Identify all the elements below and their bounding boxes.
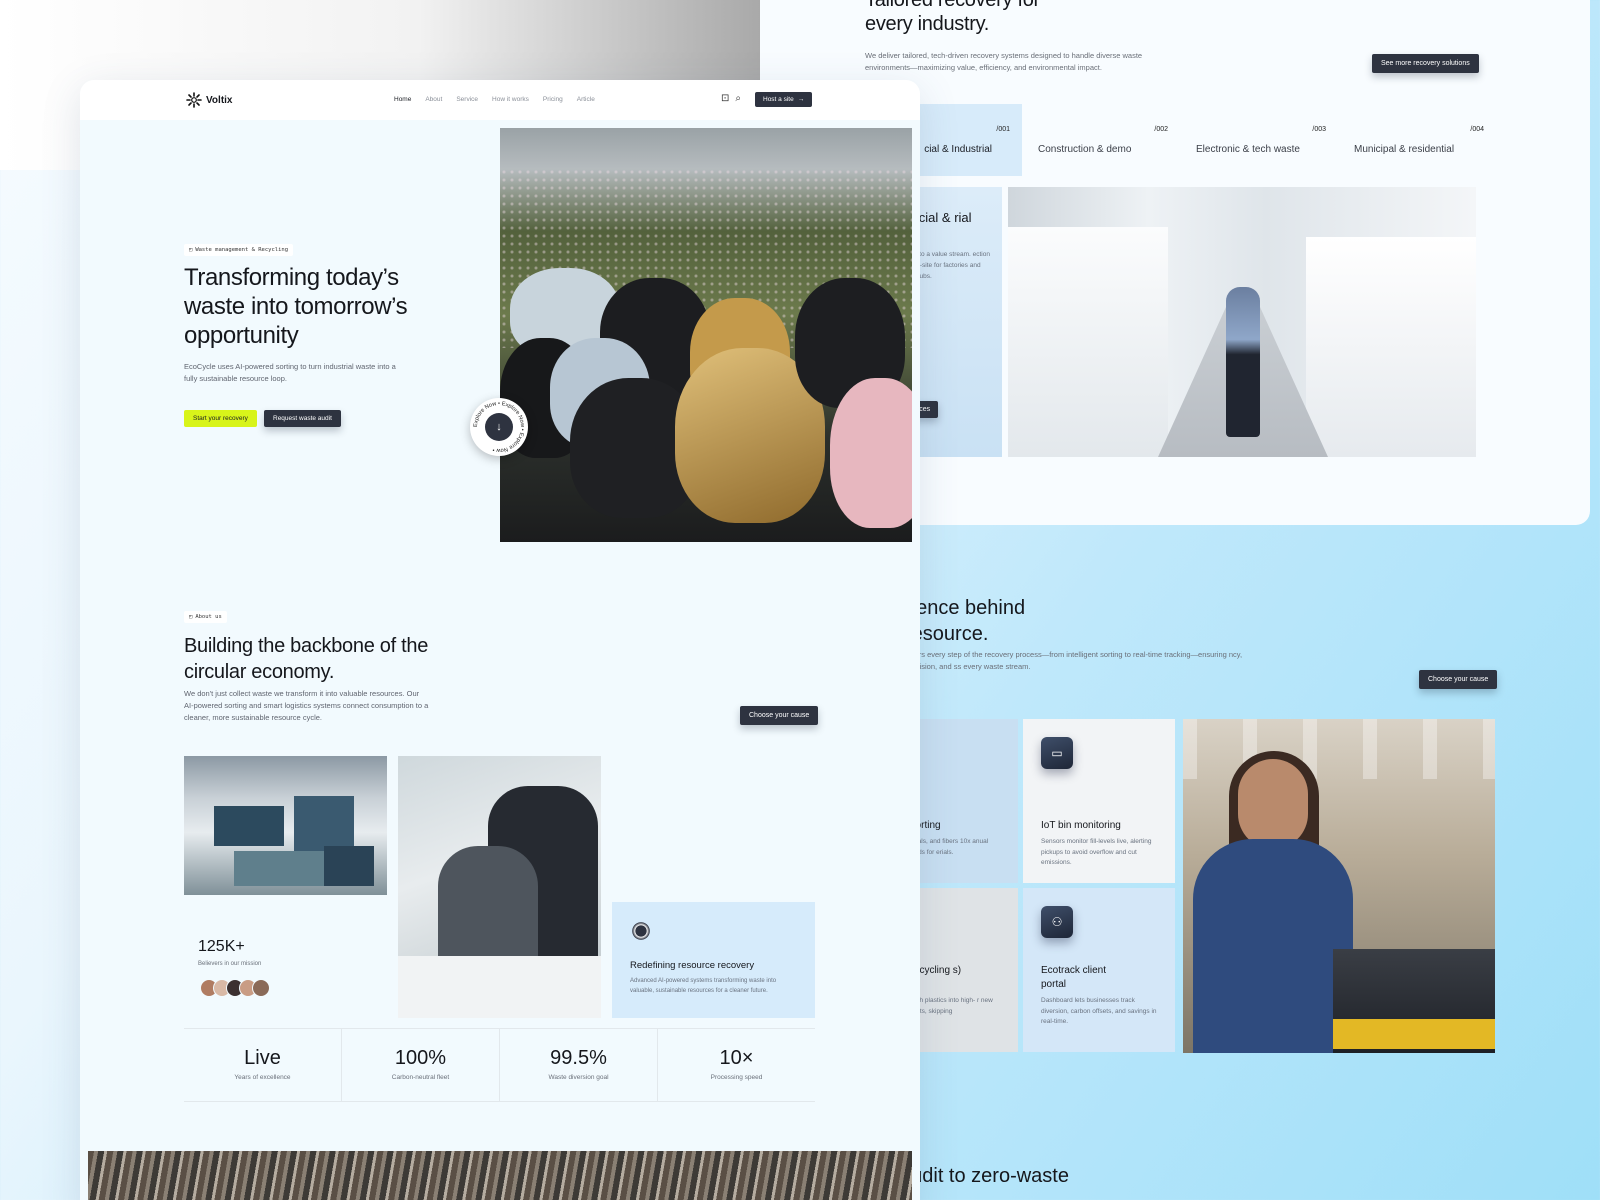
cart-icon[interactable]: ⊡ — [721, 93, 729, 104]
tab-number: /003 — [1312, 126, 1326, 133]
redefining-card: Redefining resource recovery Advanced AI… — [612, 902, 815, 1018]
monitor-icon: ▭ — [1041, 737, 1073, 769]
nav-service[interactable]: Service — [456, 96, 478, 103]
host-site-label: Host a site — [763, 96, 794, 103]
nav-icons: ⊡ ⌕ — [721, 93, 741, 104]
bottom-heading: audit to zero-waste — [900, 1165, 1069, 1187]
tab-label: Electronic & tech waste — [1196, 144, 1300, 155]
tab-number: /004 — [1470, 126, 1484, 133]
stat-value: Live — [244, 1047, 281, 1069]
brand-name: Voltix — [206, 94, 233, 106]
factory-machine — [1008, 227, 1168, 457]
stat-label: Years of excellence — [234, 1074, 291, 1081]
plant-building — [324, 846, 374, 886]
believers-count: 125K+ — [198, 938, 245, 955]
stat-value: 100% — [394, 1047, 447, 1069]
intelligence-description: owers every step of the recovery process… — [905, 650, 1243, 671]
tab-label: Construction & demo — [1038, 144, 1132, 155]
stat-value: 10× — [719, 1047, 754, 1069]
nav-pricing[interactable]: Pricing — [543, 96, 563, 103]
worker-uniform — [1193, 839, 1353, 1053]
search-icon[interactable]: ⌕ — [735, 93, 741, 104]
scrap-pile — [234, 851, 324, 886]
redefining-title: Redefining resource recovery — [630, 960, 755, 971]
feature-text: Dashboard lets businesses track diversio… — [1041, 997, 1157, 1025]
tag-icon: ◰ — [189, 247, 193, 253]
factory-worker — [1226, 287, 1260, 437]
stat-item: 100% Carbon-neutral fleet — [342, 1029, 500, 1101]
about-tag: ◰ About us — [184, 611, 227, 623]
believers-label: Believers in our mission — [198, 961, 262, 967]
hero-tag-label: Waste management & Recycling — [195, 247, 289, 253]
industries-description: We deliver tailored, tech-driven recover… — [865, 51, 1143, 72]
about-description: We don't just collect waste we transform… — [184, 689, 429, 722]
target-icon — [630, 920, 652, 942]
landfill-image — [88, 1151, 912, 1200]
avatar — [252, 979, 270, 997]
stat-item: Live Years of excellence — [184, 1029, 342, 1101]
feature-card-iot: ▭ IoT bin monitoring Sensors monitor fil… — [1023, 719, 1175, 883]
tab-number: /002 — [1154, 126, 1168, 133]
arrow-down-icon: ↓ — [485, 413, 513, 441]
feature-card-ecotrack: ⚇ Ecotrack client portal Dashboard lets … — [1023, 888, 1175, 1052]
tab-label: Municipal & residential — [1354, 144, 1455, 155]
tab-electronic-tech[interactable]: /003 Electronic & tech waste — [1180, 104, 1338, 176]
users-icon: ⚇ — [1041, 906, 1073, 938]
tab-number: /001 — [996, 126, 1010, 133]
stat-label: Waste diversion goal — [548, 1074, 609, 1081]
machine-rail — [1333, 1019, 1495, 1049]
nav-article[interactable]: Article — [577, 96, 595, 103]
industries-title: Tailored recovery for every industry. — [865, 0, 1040, 35]
about-title: Building the backbone of the circular ec… — [184, 635, 429, 683]
avatar-group — [200, 979, 270, 997]
nav-about[interactable]: About — [425, 96, 442, 103]
stat-item: 10× Processing speed — [658, 1029, 815, 1101]
explore-now-badge[interactable]: Explore Now • Explore Now • Explore Now … — [470, 398, 528, 456]
feature-title: Ecotrack client portal — [1041, 965, 1107, 990]
stat-value: 99.5% — [550, 1047, 607, 1069]
feature-text: Sensors monitor fill-levels live, alerti… — [1041, 838, 1152, 866]
host-site-button[interactable]: Host a site → — [755, 92, 813, 107]
stat-label: Carbon-neutral fleet — [391, 1074, 450, 1081]
worker-head — [1238, 759, 1308, 849]
intelligence-title: gence behind resource. — [905, 597, 1026, 645]
navbar: Voltix Home About Service How it works P… — [80, 80, 920, 120]
choose-cause-button[interactable]: Choose your cause — [740, 706, 819, 725]
hero-image-waste-bags — [500, 128, 912, 542]
bag — [830, 378, 912, 528]
hero-title: Transforming today’s waste into tomorrow… — [184, 264, 408, 349]
stat-label: Processing speed — [710, 1074, 763, 1081]
front-page: Voltix Home About Service How it works P… — [80, 80, 920, 1200]
factory-machine — [1306, 237, 1476, 457]
start-recovery-button[interactable]: Start your recovery — [184, 410, 257, 427]
request-audit-button[interactable]: Request waste audit — [264, 410, 341, 427]
desk — [398, 956, 601, 1018]
stats-row: Live Years of excellence 100% Carbon-neu… — [184, 1028, 815, 1102]
redefining-text: Advanced AI-powered systems transforming… — [630, 978, 777, 994]
tab-label: cial & Industrial — [924, 144, 992, 155]
feature-title: IoT bin monitoring — [1041, 820, 1121, 831]
nav-how-it-works[interactable]: How it works — [492, 96, 529, 103]
recycling-plant-image — [184, 756, 387, 895]
tab-municipal-residential[interactable]: /004 Municipal & residential — [1338, 104, 1496, 176]
tag-icon: ◰ — [189, 614, 193, 620]
hero-description: EcoCycle uses AI-powered sorting to turn… — [184, 362, 396, 383]
hero-tag: ◰ Waste management & Recycling — [184, 244, 294, 256]
arrow-right-icon: → — [797, 96, 805, 103]
sunburst-icon — [186, 92, 202, 108]
about-tag-label: About us — [195, 614, 222, 620]
nav-links: Home About Service How it works Pricing … — [394, 96, 595, 103]
tab-construction-demo[interactable]: /002 Construction & demo — [1022, 104, 1180, 176]
choose-cause-button-back[interactable]: Choose your cause — [1419, 670, 1498, 689]
brand-logo[interactable]: Voltix — [186, 92, 232, 108]
plant-building — [214, 806, 284, 846]
stat-item: 99.5% Waste diversion goal — [500, 1029, 658, 1101]
nav-home[interactable]: Home — [394, 96, 411, 103]
factory-image — [1008, 187, 1476, 457]
office-team-image — [398, 756, 601, 1018]
worker-image — [1183, 719, 1495, 1053]
see-more-solutions-button[interactable]: See more recovery solutions — [1372, 54, 1479, 73]
ceiling-lights — [1183, 719, 1495, 779]
